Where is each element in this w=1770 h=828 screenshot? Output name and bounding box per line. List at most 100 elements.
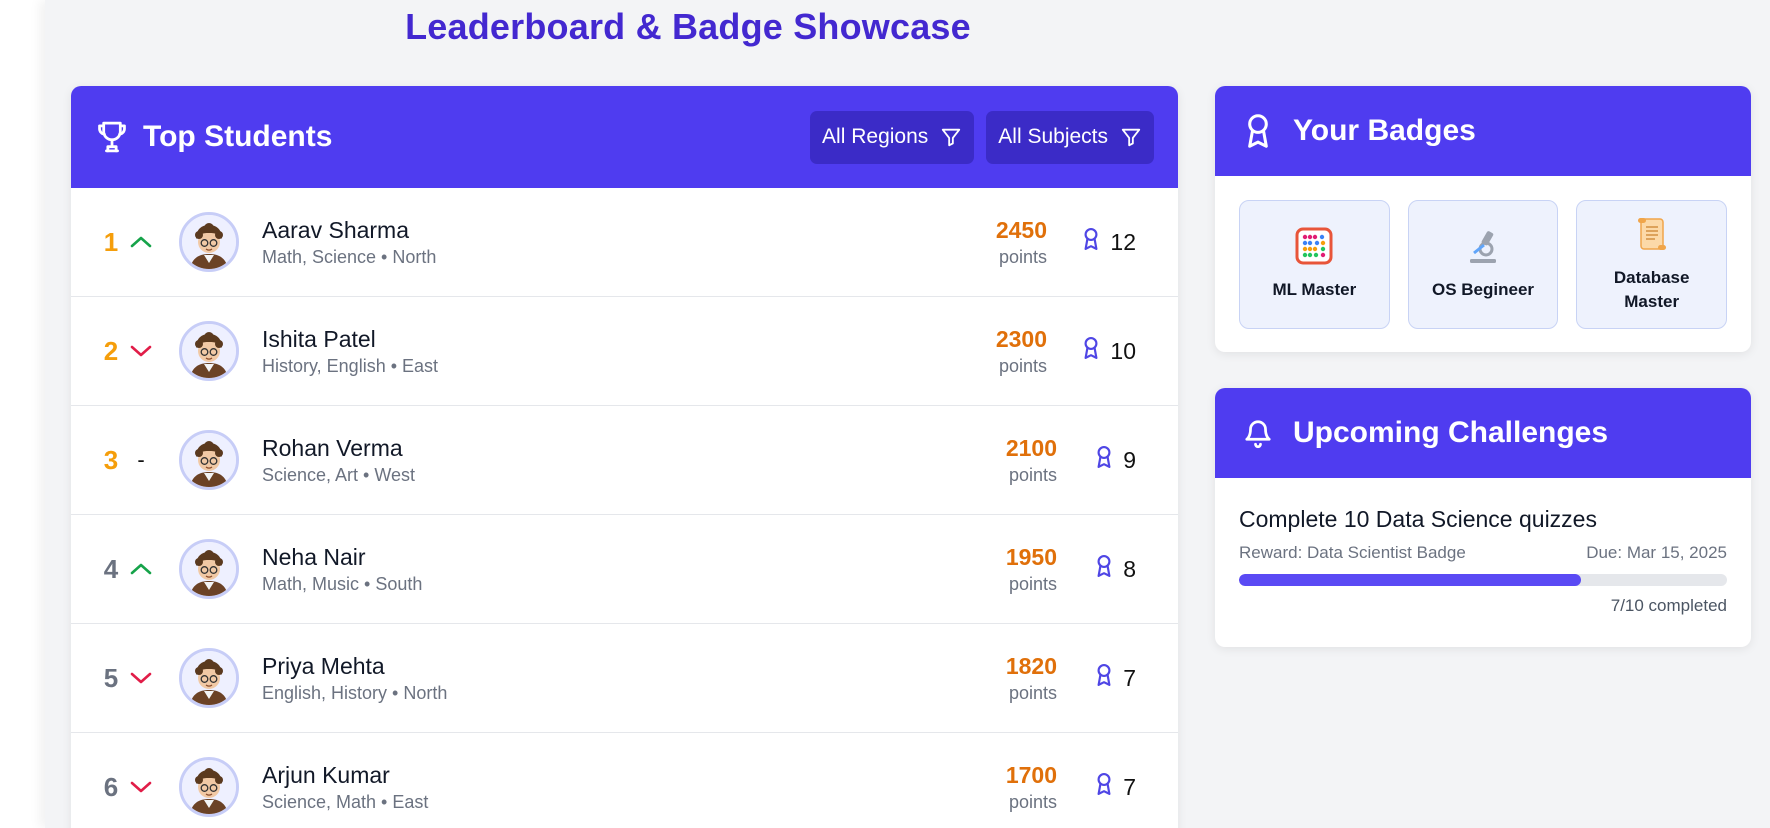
avatar <box>179 648 239 708</box>
badge-name: OS Begineer <box>1431 280 1535 299</box>
badge-count-value: 12 <box>1110 228 1136 255</box>
filter-icon <box>1120 126 1142 148</box>
points-label: points <box>1008 683 1057 703</box>
student-name: Aarav Sharma <box>262 217 410 243</box>
badge-grid: ML Master OS Begineer Database Master <box>1215 176 1751 352</box>
page-title: Leaderboard & Badge Showcase <box>405 6 971 47</box>
student-info: Arjun Kumar Science, Math • East <box>262 761 428 813</box>
badge-name: ML Master <box>1272 280 1357 299</box>
student-name: Arjun Kumar <box>262 762 390 788</box>
challenges-header: Upcoming Challenges <box>1215 388 1751 478</box>
badge-count-value: 7 <box>1123 773 1136 800</box>
badge-name: Database Master <box>1613 268 1690 311</box>
badge-count-value: 7 <box>1123 664 1136 691</box>
student-info: Neha Nair Math, Music • South <box>262 543 422 595</box>
student-info: Ishita Patel History, English • East <box>262 325 438 377</box>
student-row[interactable]: 5 Priya Mehta English, History • North 1… <box>71 624 1178 733</box>
challenge-progress-text: 7/10 completed <box>1610 596 1727 615</box>
challenge-meta: Reward: Data Scientist Badge Due: Mar 15… <box>1239 543 1727 563</box>
student-meta: Science, Art • West <box>262 465 416 485</box>
points-value: 1950 <box>1005 544 1057 570</box>
badge-os-begineer[interactable]: OS Begineer <box>1407 200 1559 329</box>
student-name: Rohan Verma <box>262 435 403 461</box>
region-filter-button[interactable]: All Regions <box>810 110 975 164</box>
badge-count: 10 <box>1082 336 1136 366</box>
abacus-icon <box>1295 227 1333 270</box>
trend-up-icon <box>129 230 153 254</box>
leaderboard-card: Top Students All Regions All Subjects 1 <box>71 86 1178 828</box>
student-row[interactable]: 1 Aarav Sharma Math, Science • North 245… <box>71 188 1178 297</box>
avatar <box>179 539 239 599</box>
award-icon <box>1095 554 1113 584</box>
rank-number: 2 <box>103 335 119 366</box>
student-info: Rohan Verma Science, Art • West <box>262 434 415 486</box>
challenge-due: Due: Mar 15, 2025 <box>1586 543 1727 562</box>
challenge-progress-bar <box>1239 574 1727 586</box>
student-row[interactable]: 6 Arjun Kumar Science, Math • East 1700 … <box>71 733 1178 828</box>
points-label: points <box>1008 465 1057 485</box>
challenges-title: Upcoming Challenges <box>1293 416 1609 449</box>
avatar <box>179 321 239 381</box>
challenges-card: Upcoming Challenges Complete 10 Data Sci… <box>1215 388 1751 647</box>
trend-down-icon <box>129 339 153 363</box>
student-meta: Math, Music • South <box>262 574 423 594</box>
student-meta: Math, Science • North <box>262 247 437 267</box>
award-icon <box>1095 445 1113 475</box>
points-value: 2100 <box>1005 435 1057 461</box>
student-name: Ishita Patel <box>262 326 376 352</box>
student-row[interactable]: 2 Ishita Patel History, English • East 2… <box>71 297 1178 406</box>
microscope-icon <box>1464 227 1502 270</box>
filter-group: All Regions All Subjects <box>810 110 1154 164</box>
points-block: 1700 points <box>1006 761 1057 813</box>
trend-down-icon <box>129 775 153 799</box>
badge-count: 9 <box>1095 445 1136 475</box>
student-list: 1 Aarav Sharma Math, Science • North 245… <box>71 188 1178 828</box>
app-canvas: Leaderboard & Badge Showcase Top Student… <box>45 0 1770 828</box>
challenge-item[interactable]: Complete 10 Data Science quizzes Reward:… <box>1215 478 1751 616</box>
points-value: 1700 <box>1005 762 1057 788</box>
badge-count-value: 8 <box>1123 555 1136 582</box>
trend-none-indicator: - <box>137 447 145 472</box>
rank-number: 1 <box>103 226 119 257</box>
points-value: 2450 <box>995 217 1047 243</box>
points-block: 2300 points <box>996 325 1047 377</box>
points-block: 1950 points <box>1006 543 1057 595</box>
challenge-progress-fill <box>1239 574 1581 586</box>
trophy-icon <box>95 119 129 155</box>
badges-card: Your Badges ML Master OS Begineer Databa… <box>1215 86 1751 352</box>
student-info: Aarav Sharma Math, Science • North <box>262 216 436 268</box>
award-icon <box>1082 336 1100 366</box>
region-filter-label: All Regions <box>822 125 929 148</box>
bell-icon <box>1243 415 1273 451</box>
points-label: points <box>1008 792 1057 812</box>
badge-count: 7 <box>1095 772 1136 802</box>
points-block: 1820 points <box>1006 652 1057 704</box>
rank-number: 6 <box>103 771 119 802</box>
rank-number: 5 <box>103 662 119 693</box>
badge-database-master[interactable]: Database Master <box>1576 200 1728 329</box>
avatar <box>179 757 239 817</box>
avatar <box>179 212 239 272</box>
points-label: points <box>998 247 1047 267</box>
points-value: 2300 <box>995 326 1047 352</box>
badge-count: 12 <box>1082 227 1136 257</box>
badge-ml-master[interactable]: ML Master <box>1239 200 1390 329</box>
points-label: points <box>1008 574 1057 594</box>
points-value: 1820 <box>1005 653 1057 679</box>
student-row[interactable]: 4 Neha Nair Math, Music • South 1950 poi… <box>71 515 1178 624</box>
trend-down-icon <box>129 666 153 690</box>
points-label: points <box>998 356 1047 376</box>
subject-filter-label: All Subjects <box>998 125 1108 148</box>
badge-count: 8 <box>1095 554 1136 584</box>
award-icon <box>1243 113 1273 149</box>
badge-count-value: 10 <box>1110 337 1136 364</box>
award-icon <box>1095 772 1113 802</box>
points-block: 2450 points <box>996 216 1047 268</box>
rank-number: 3 <box>103 444 119 475</box>
badge-count: 7 <box>1095 663 1136 693</box>
student-meta: Science, Math • East <box>262 792 429 812</box>
avatar <box>179 430 239 490</box>
student-row[interactable]: 3 - Rohan Verma Science, Art • West 2100… <box>71 406 1178 515</box>
scroll-icon <box>1633 215 1671 258</box>
subject-filter-button[interactable]: All Subjects <box>986 110 1154 164</box>
